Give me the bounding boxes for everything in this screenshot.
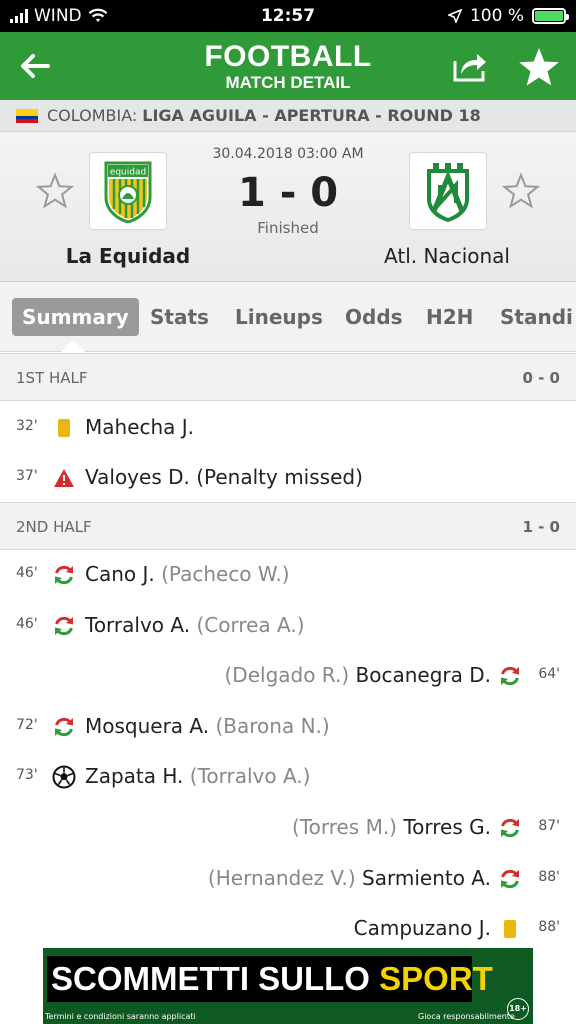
tab-lineups[interactable]: Lineups xyxy=(235,298,323,336)
app-bar: FOOTBALL MATCH DETAIL xyxy=(0,32,576,100)
event-minute: 73' xyxy=(16,767,38,783)
tab-stats[interactable]: Stats xyxy=(150,298,209,336)
section-score: 1 - 0 xyxy=(522,518,560,536)
event-minute: 46' xyxy=(16,565,38,581)
tab-summary[interactable]: Summary xyxy=(12,298,139,336)
event-row[interactable]: 72' Mosquera A. (Barona N.) xyxy=(0,702,576,752)
tab-odds[interactable]: Odds xyxy=(345,298,403,336)
away-team-logo[interactable] xyxy=(409,152,487,230)
battery-icon xyxy=(532,8,569,24)
event-minute: 87' xyxy=(538,818,560,834)
league-country: COLOMBIA: xyxy=(47,106,138,125)
age-limit-badge: 18+ xyxy=(507,998,529,1020)
event-minute: 46' xyxy=(16,616,38,632)
equidad-crest-icon: equidad xyxy=(104,161,152,223)
event-assist: (Torralvo A.) xyxy=(189,764,311,788)
page-title: FOOTBALL xyxy=(204,40,372,73)
event-row[interactable]: (Delgado R.) Bocanegra D. 64' xyxy=(0,651,576,701)
match-date: 30.04.2018 03:00 AM xyxy=(212,146,364,162)
match-header: equidad La Equidad 30.04.2018 03:00 AM 1… xyxy=(0,132,576,282)
event-player: Torres G. xyxy=(403,815,491,839)
event-player: Valoyes D. (Penalty missed) xyxy=(85,465,363,489)
page-subtitle: MATCH DETAIL xyxy=(225,73,351,92)
event-minute: 37' xyxy=(16,468,38,484)
event-assist: (Delgado R.) xyxy=(224,663,350,687)
favorite-star-icon[interactable] xyxy=(518,46,560,88)
event-player: Campuzano J. xyxy=(353,916,491,940)
event-player: Zapata H. xyxy=(85,764,184,788)
event-player: Torralvo A. xyxy=(85,613,191,637)
event-assist: (Barona N.) xyxy=(215,714,330,738)
league-competition: LIGA AGUILA - APERTURA - ROUND 18 xyxy=(142,106,481,125)
yellow-card-icon xyxy=(52,416,76,440)
event-minute: 72' xyxy=(16,717,38,733)
substitution-icon xyxy=(498,664,522,688)
substitution-icon xyxy=(52,614,76,638)
event-row[interactable]: (Hernandez V.) Sarmiento A. 88' xyxy=(0,854,576,904)
event-assist: (Hernandez V.) xyxy=(207,866,356,890)
event-row[interactable]: 73' Zapata H. (Torralvo A.) xyxy=(0,752,576,802)
event-assist: (Torres M.) xyxy=(291,815,397,839)
section-label: 2ND HALF xyxy=(16,518,92,536)
home-team-logo[interactable]: equidad xyxy=(89,152,167,230)
substitution-icon xyxy=(52,563,76,587)
league-bar[interactable]: COLOMBIA: LIGA AGUILA - APERTURA - ROUND… xyxy=(0,100,576,132)
battery-percent: 100 % xyxy=(469,6,524,26)
tab-standings[interactable]: Standi xyxy=(500,298,573,336)
substitution-icon xyxy=(52,715,76,739)
event-assist: (Pacheco W.) xyxy=(161,562,290,586)
event-row[interactable]: Campuzano J. 88' xyxy=(0,904,576,954)
ad-headline-main: SCOMMETTI SULLO xyxy=(51,960,380,997)
event-minute: 88' xyxy=(538,919,560,935)
event-player: Mosquera A. xyxy=(85,714,210,738)
svg-text:equidad: equidad xyxy=(110,168,146,178)
event-minute: 64' xyxy=(538,666,560,682)
event-row[interactable]: (Torres M.) Torres G. 87' xyxy=(0,803,576,853)
event-minute: 88' xyxy=(538,869,560,885)
tab-bar: Summary Stats Lineups Odds H2H Standi xyxy=(0,282,576,352)
event-player: Mahecha J. xyxy=(85,415,195,439)
event-minute: 32' xyxy=(16,418,38,434)
away-favorite-star-icon[interactable] xyxy=(502,172,540,210)
event-row[interactable]: 46' Torralvo A. (Correa A.) xyxy=(0,601,576,651)
ad-banner[interactable]: SCOMMETTI SULLO SPORT Termini e condizio… xyxy=(43,948,533,1024)
status-bar: WIND 12:57 100 % xyxy=(0,0,576,32)
colombia-flag-icon xyxy=(16,108,38,123)
penalty-missed-icon xyxy=(52,466,76,490)
ad-headline-highlight: SPORT xyxy=(379,960,493,997)
event-row[interactable]: 37' Valoyes D. (Penalty missed) xyxy=(0,453,576,503)
tab-h2h[interactable]: H2H xyxy=(426,298,473,336)
event-player: Cano J. xyxy=(85,562,155,586)
match-score: 1 - 0 xyxy=(237,170,339,216)
away-team-name[interactable]: Atl. Nacional xyxy=(347,244,547,268)
home-favorite-star-icon[interactable] xyxy=(36,172,74,210)
share-icon[interactable] xyxy=(450,47,488,85)
location-arrow-icon xyxy=(447,9,462,23)
active-tab-pointer xyxy=(61,340,85,352)
home-team-name[interactable]: La Equidad xyxy=(28,244,228,268)
substitution-icon xyxy=(498,867,522,891)
ad-responsible: Gioca responsabilmente xyxy=(418,1012,515,1021)
event-row[interactable]: 32' Mahecha J. xyxy=(0,403,576,453)
ad-terms: Termini e condizioni saranno applicati xyxy=(45,1012,196,1021)
yellow-card-icon xyxy=(498,917,522,941)
match-status: Finished xyxy=(257,219,319,237)
event-assist: (Correa A.) xyxy=(196,613,305,637)
substitution-icon xyxy=(498,816,522,840)
section-label: 1ST HALF xyxy=(16,369,88,387)
goal-ball-icon xyxy=(52,765,76,789)
event-row[interactable]: 46' Cano J. (Pacheco W.) xyxy=(0,550,576,600)
section-header-1st-half: 1ST HALF 0 - 0 xyxy=(0,353,576,401)
ad-headline: SCOMMETTI SULLO SPORT xyxy=(47,956,493,1002)
event-player: Bocanegra D. xyxy=(355,663,491,687)
section-header-2nd-half: 2ND HALF 1 - 0 xyxy=(0,502,576,550)
nacional-crest-icon xyxy=(427,163,469,222)
section-score: 0 - 0 xyxy=(522,369,560,387)
event-player: Sarmiento A. xyxy=(362,866,491,890)
